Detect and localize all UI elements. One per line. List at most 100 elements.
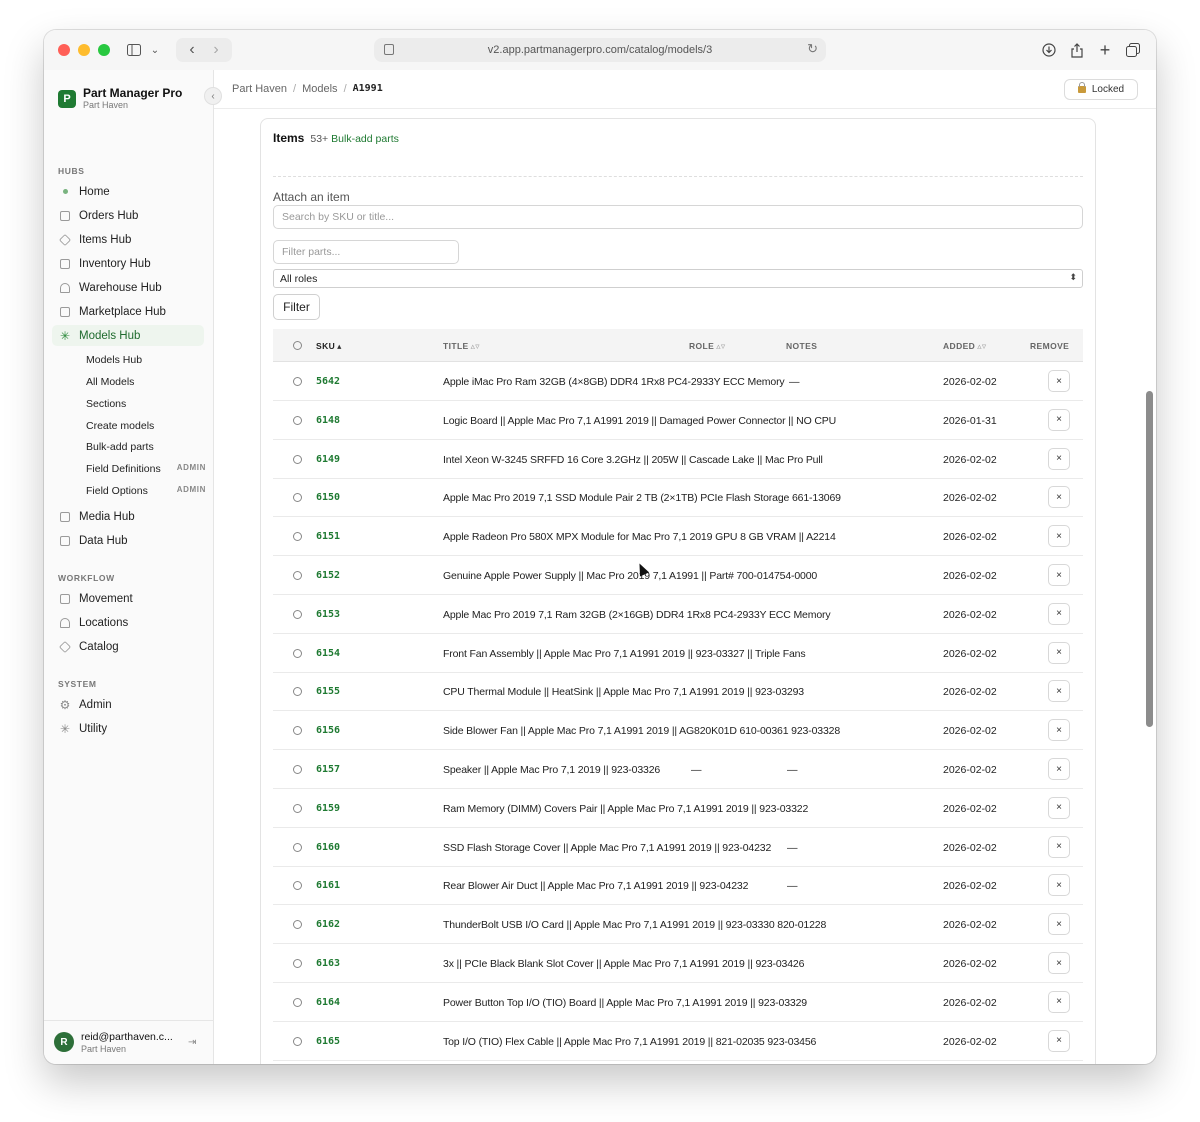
remove-button[interactable]: × — [1048, 874, 1070, 897]
url-bar[interactable]: v2.app.partmanagerpro.com/catalog/models… — [374, 38, 826, 62]
table-row[interactable]: 6157 Speaker || Apple Mac Pro 7,1 2019 ||… — [273, 750, 1083, 789]
row-sku-link[interactable]: 6155 — [316, 686, 340, 697]
row-sku-link[interactable]: 6154 — [316, 648, 340, 659]
row-sku-link[interactable]: 6156 — [316, 725, 340, 736]
remove-button[interactable]: × — [1048, 680, 1070, 703]
sidebar-item-locations[interactable]: Locations — [52, 612, 204, 633]
table-row[interactable]: 6162 ThunderBolt USB I/O Card || Apple Ma… — [273, 905, 1083, 945]
row-checkbox[interactable] — [293, 493, 302, 503]
reload-icon[interactable]: ↻ — [807, 41, 818, 57]
row-checkbox[interactable] — [293, 571, 302, 580]
sidebar-subitem-all-models[interactable]: All Models — [86, 376, 206, 388]
row-checkbox[interactable] — [293, 765, 302, 774]
sidebar-item-warehouse-hub[interactable]: Warehouse Hub — [52, 277, 204, 298]
minimize-window-button[interactable] — [78, 44, 90, 56]
brand[interactable]: P Part Manager Pro Part Haven — [58, 87, 182, 111]
remove-button[interactable]: × — [1048, 990, 1070, 1013]
table-row[interactable]: 6164 Power Button Top I/O (TIO) Board || … — [273, 983, 1083, 1022]
row-sku-link[interactable]: 6148 — [316, 415, 340, 426]
row-sku-link[interactable]: 6163 — [316, 958, 340, 969]
user-account[interactable]: R reid@parthaven.c... Part Haven ⇥ — [44, 1020, 214, 1064]
row-sku-link[interactable]: 6159 — [316, 803, 340, 814]
scrollbar-thumb[interactable] — [1146, 391, 1153, 727]
scrollbar[interactable] — [1146, 70, 1154, 1064]
locked-button[interactable]: Locked — [1064, 79, 1138, 100]
row-checkbox[interactable] — [293, 609, 302, 619]
tab-overview-icon[interactable] — [1124, 39, 1142, 61]
sidebar-item-movement[interactable]: Movement — [52, 588, 204, 609]
sidebar-subitem-field-definitions[interactable]: Field Definitions ADMIN — [86, 463, 206, 475]
row-sku-link[interactable]: 6160 — [316, 842, 340, 853]
row-checkbox[interactable] — [293, 377, 302, 386]
row-checkbox[interactable] — [293, 415, 302, 425]
remove-button[interactable]: × — [1048, 758, 1070, 780]
collapse-sidebar-icon[interactable]: ‹ — [204, 87, 222, 105]
row-checkbox[interactable] — [293, 532, 302, 542]
table-row[interactable]: 6155 CPU Thermal Module || HeatSink || Ap… — [273, 672, 1083, 712]
column-sku[interactable]: SKU ▴ — [316, 341, 342, 352]
filter-button[interactable]: Filter — [273, 294, 320, 320]
remove-button[interactable]: × — [1048, 719, 1070, 742]
row-sku-link[interactable]: 6153 — [316, 609, 340, 620]
row-checkbox[interactable] — [293, 1036, 302, 1046]
breadcrumb-part-haven[interactable]: Part Haven — [232, 83, 287, 95]
table-row[interactable]: 6148 Logic Board || Apple Mac Pro 7,1 A19… — [273, 401, 1083, 440]
remove-button[interactable]: × — [1048, 447, 1070, 470]
sidebar-item-marketplace-hub[interactable]: Marketplace Hub — [52, 301, 204, 322]
table-row[interactable]: 6163 3x || PCIe Black Blank Slot Cover ||… — [273, 944, 1083, 983]
zoom-window-button[interactable] — [98, 44, 110, 56]
remove-button[interactable]: × — [1048, 796, 1070, 819]
row-checkbox[interactable] — [293, 726, 302, 736]
remove-button[interactable]: × — [1048, 641, 1070, 664]
bulk-add-parts-link[interactable]: Bulk-add parts — [331, 133, 399, 145]
page-settings-icon[interactable] — [384, 44, 394, 55]
search-input[interactable]: Search by SKU or title... — [273, 205, 1083, 229]
role-select[interactable]: All roles ⬍ — [273, 269, 1083, 288]
breadcrumb-models[interactable]: Models — [302, 83, 337, 95]
filter-parts-input[interactable]: Filter parts... — [273, 240, 459, 264]
remove-button[interactable]: × — [1048, 408, 1070, 431]
row-checkbox[interactable] — [293, 648, 302, 658]
row-sku-link[interactable]: 6164 — [316, 997, 340, 1008]
table-row[interactable]: 6161 Rear Blower Air Duct || Apple Mac Pr… — [273, 866, 1083, 906]
table-row[interactable]: 6159 Ram Memory (DIMM) Covers Pair || App… — [273, 789, 1083, 828]
forward-arrow-icon[interactable]: › — [206, 39, 226, 61]
remove-button[interactable]: × — [1048, 835, 1070, 858]
row-sku-link[interactable]: 6150 — [316, 492, 340, 503]
row-sku-link[interactable]: 6151 — [316, 531, 340, 542]
back-arrow-icon[interactable]: ‹ — [182, 39, 202, 61]
sidebar-subitem-create-models[interactable]: Create models — [86, 420, 206, 432]
table-row[interactable]: 5642 Apple iMac Pro Ram 32GB (4×8GB) DDR4… — [273, 362, 1083, 401]
remove-button[interactable]: × — [1048, 525, 1070, 548]
remove-button[interactable]: × — [1048, 952, 1070, 974]
sidebar-item-home[interactable]: Home — [52, 181, 204, 202]
sidebar-item-items-hub[interactable]: Items Hub — [52, 229, 204, 250]
chevron-down-icon[interactable]: ⌄ — [148, 39, 162, 61]
row-checkbox[interactable] — [293, 881, 302, 891]
row-checkbox[interactable] — [293, 997, 302, 1007]
remove-button[interactable]: × — [1048, 602, 1070, 625]
row-checkbox[interactable] — [293, 803, 302, 813]
table-row[interactable]: 6154 Front Fan Assembly || Apple Mac Pro … — [273, 634, 1083, 673]
row-sku-link[interactable]: 5642 — [316, 376, 340, 387]
sidebar-item-models-hub[interactable]: ✳ Models Hub — [52, 325, 204, 346]
table-row[interactable]: 6160 SSD Flash Storage Cover || Apple Mac… — [273, 828, 1083, 867]
select-all-checkbox[interactable] — [293, 341, 302, 350]
table-row[interactable]: 6152 Genuine Apple Power Supply || Mac Pr… — [273, 556, 1083, 595]
sidebar-subitem-bulk-add-parts[interactable]: Bulk-add parts — [86, 441, 206, 453]
share-icon[interactable] — [1068, 39, 1086, 61]
sidebar-subitem-field-options[interactable]: Field Options ADMIN — [86, 485, 206, 497]
sidebar-item-utility[interactable]: ✳ Utility — [52, 718, 204, 739]
table-row[interactable]: 6165 Top I/O (TIO) Flex Cable || Apple Ma… — [273, 1022, 1083, 1061]
column-role[interactable]: ROLE ▵▿ — [689, 341, 726, 352]
sidebar-item-media-hub[interactable]: Media Hub — [52, 506, 204, 527]
row-checkbox[interactable] — [293, 454, 302, 464]
row-sku-link[interactable]: 6149 — [316, 454, 340, 465]
row-sku-link[interactable]: 6152 — [316, 570, 340, 581]
sidebar-item-catalog[interactable]: Catalog — [52, 636, 204, 657]
sidebar-toggle-icon[interactable] — [124, 39, 144, 61]
sidebar-item-orders-hub[interactable]: Orders Hub — [52, 205, 204, 226]
table-row[interactable]: 6151 Apple Radeon Pro 580X MPX Module for… — [273, 517, 1083, 557]
table-row[interactable]: 6150 Apple Mac Pro 2019 7,1 SSD Module Pa… — [273, 478, 1083, 518]
row-sku-link[interactable]: 6165 — [316, 1036, 340, 1047]
